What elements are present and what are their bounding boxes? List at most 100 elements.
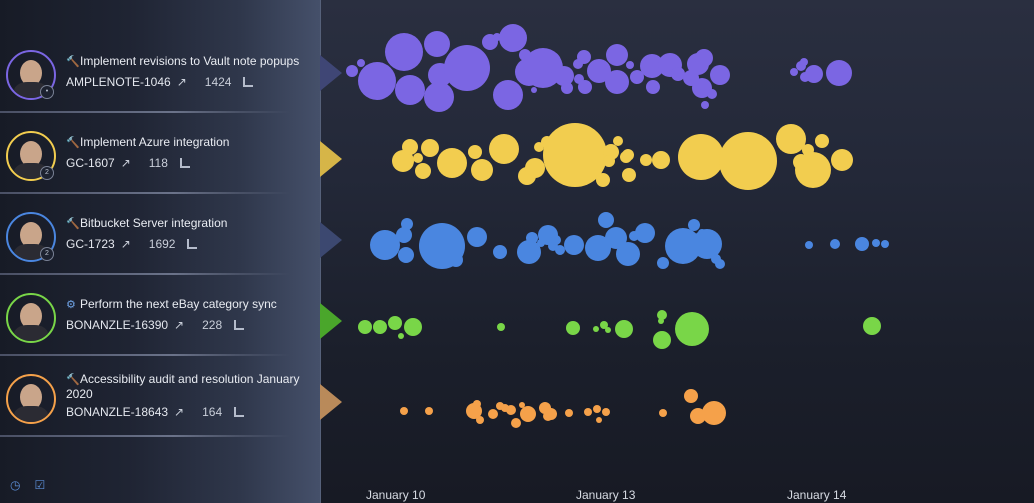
issue-row[interactable]: ⚙ Perform the next eBay category sync BON… [0,276,320,356]
bubble[interactable] [398,247,414,263]
bubble[interactable] [602,408,610,416]
bubble[interactable] [635,223,655,243]
bubble[interactable] [437,148,467,178]
bubble[interactable] [388,316,402,330]
bubble[interactable] [476,416,484,424]
bubble[interactable] [605,70,629,94]
bubble[interactable] [398,333,404,339]
bubble[interactable] [555,245,565,255]
bubble[interactable] [499,24,527,52]
bubble[interactable] [593,405,601,413]
bubble[interactable] [473,400,481,408]
bubble[interactable] [603,155,615,167]
issue-row[interactable]: 2 🔨Bitbucket Server integration GC-1723 … [0,195,320,275]
bubble[interactable] [881,240,889,248]
external-link-icon[interactable]: ↗ [121,156,131,170]
bubble[interactable] [606,44,628,66]
bubble[interactable] [564,235,584,255]
bubble[interactable] [404,318,422,336]
issue-row[interactable]: 2 🔨Implement Azure integration GC-1607 ↗… [0,114,320,194]
bubble[interactable] [531,87,537,93]
bubble[interactable] [653,331,671,349]
bubble[interactable] [715,259,725,269]
bubble[interactable] [489,134,519,164]
bubble[interactable] [805,241,813,249]
bubble[interactable] [511,418,521,428]
bubble[interactable] [657,257,669,269]
bubble[interactable] [565,409,573,417]
bubble[interactable] [615,320,633,338]
bubble[interactable] [400,407,408,415]
bubble[interactable] [805,65,823,83]
clipboard-icon[interactable]: ☑ [34,478,45,492]
bubble[interactable] [401,218,413,230]
bubble[interactable] [659,409,667,417]
bubble[interactable] [577,50,591,64]
bubble[interactable] [795,152,831,188]
bubble[interactable] [471,159,493,181]
bubble[interactable] [373,320,387,334]
bubble[interactable] [815,134,829,148]
bubble[interactable] [826,60,852,86]
bubble[interactable] [593,326,599,332]
bubble[interactable] [702,401,726,425]
bubble[interactable] [596,417,602,423]
bubble[interactable] [831,149,853,171]
bubble[interactable] [395,75,425,105]
bubble[interactable] [467,227,487,247]
bubble[interactable] [584,408,592,416]
bubble[interactable] [506,405,516,415]
bubble[interactable] [545,408,557,420]
bubble[interactable] [613,136,623,146]
bubble[interactable] [497,323,505,331]
bubble[interactable] [488,409,498,419]
bubble[interactable] [449,253,463,267]
bubble[interactable] [675,312,709,346]
bubble[interactable] [551,235,561,245]
bubble[interactable] [707,89,717,99]
external-link-icon[interactable]: ↗ [174,318,184,332]
bubble[interactable] [688,219,700,231]
bubble[interactable] [421,139,439,157]
bubble[interactable] [622,149,634,161]
bubble[interactable] [684,389,698,403]
bubble[interactable] [855,237,869,251]
bubble[interactable] [468,145,482,159]
external-link-icon[interactable]: ↗ [177,75,187,89]
bubble[interactable] [357,59,365,67]
bubble[interactable] [402,139,418,155]
bubble[interactable] [616,242,640,266]
bubble[interactable] [695,49,713,67]
bubble[interactable] [415,163,431,179]
bubble[interactable] [646,80,660,94]
bubble[interactable] [520,406,536,422]
bubble[interactable] [596,173,610,187]
bubble[interactable] [701,101,709,109]
bubble[interactable] [652,151,670,169]
bubble[interactable] [424,31,450,57]
bubble[interactable] [525,158,545,178]
bubble[interactable] [710,65,730,85]
bubble[interactable] [561,82,573,94]
bubble[interactable] [830,239,840,249]
bubble[interactable] [640,154,652,166]
bubble[interactable] [790,68,798,76]
bubble[interactable] [605,327,611,333]
bubble[interactable] [626,61,634,69]
bubble[interactable] [358,320,372,334]
issue-row[interactable]: 🔨Accessibility audit and resolution Janu… [0,357,320,437]
bubble[interactable] [578,80,592,94]
bubble[interactable] [719,132,777,190]
bubble[interactable] [358,62,396,100]
bubble[interactable] [598,212,614,228]
bubble[interactable] [863,317,881,335]
bubble[interactable] [493,80,523,110]
bubble[interactable] [671,67,685,81]
bubble[interactable] [566,321,580,335]
bubble[interactable] [346,65,358,77]
bubble[interactable] [872,239,880,247]
external-link-icon[interactable]: ↗ [174,405,184,419]
bubble[interactable] [678,134,724,180]
external-link-icon[interactable]: ↗ [121,237,131,251]
bubble[interactable] [493,245,507,259]
